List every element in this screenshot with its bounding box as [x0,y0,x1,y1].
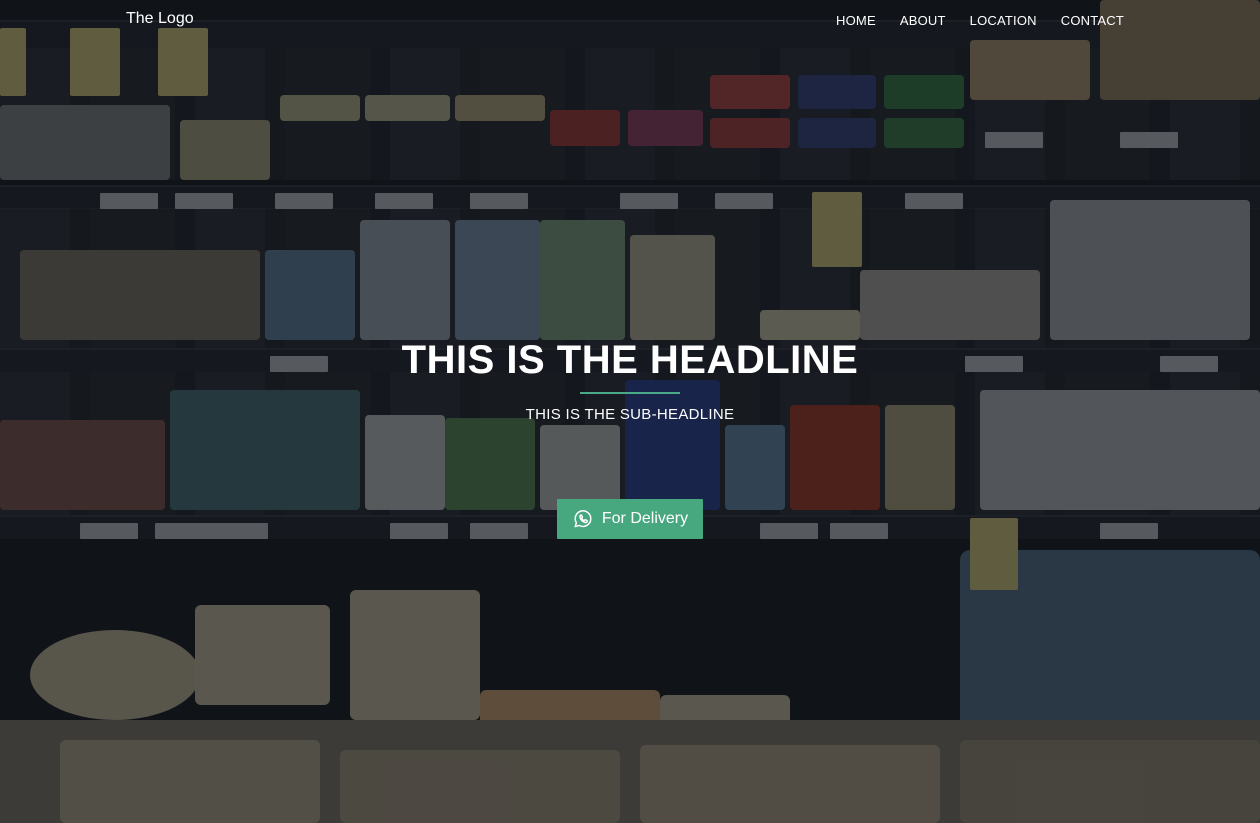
hero-headline: THIS IS THE HEADLINE [401,338,859,382]
nav-contact[interactable]: CONTACT [1061,13,1124,28]
delivery-button[interactable]: For Delivery [557,499,703,539]
site-logo[interactable]: The Logo [126,10,194,28]
headline-divider [580,392,680,394]
nav-location[interactable]: LOCATION [970,13,1037,28]
whatsapp-icon [572,508,594,530]
nav-about[interactable]: ABOUT [900,13,946,28]
nav-home[interactable]: HOME [836,13,876,28]
delivery-button-label: For Delivery [601,510,689,527]
hero-subheadline: THIS IS THE SUB-HEADLINE [525,406,735,423]
main-nav: HOME ABOUT LOCATION CONTACT [836,13,1260,28]
